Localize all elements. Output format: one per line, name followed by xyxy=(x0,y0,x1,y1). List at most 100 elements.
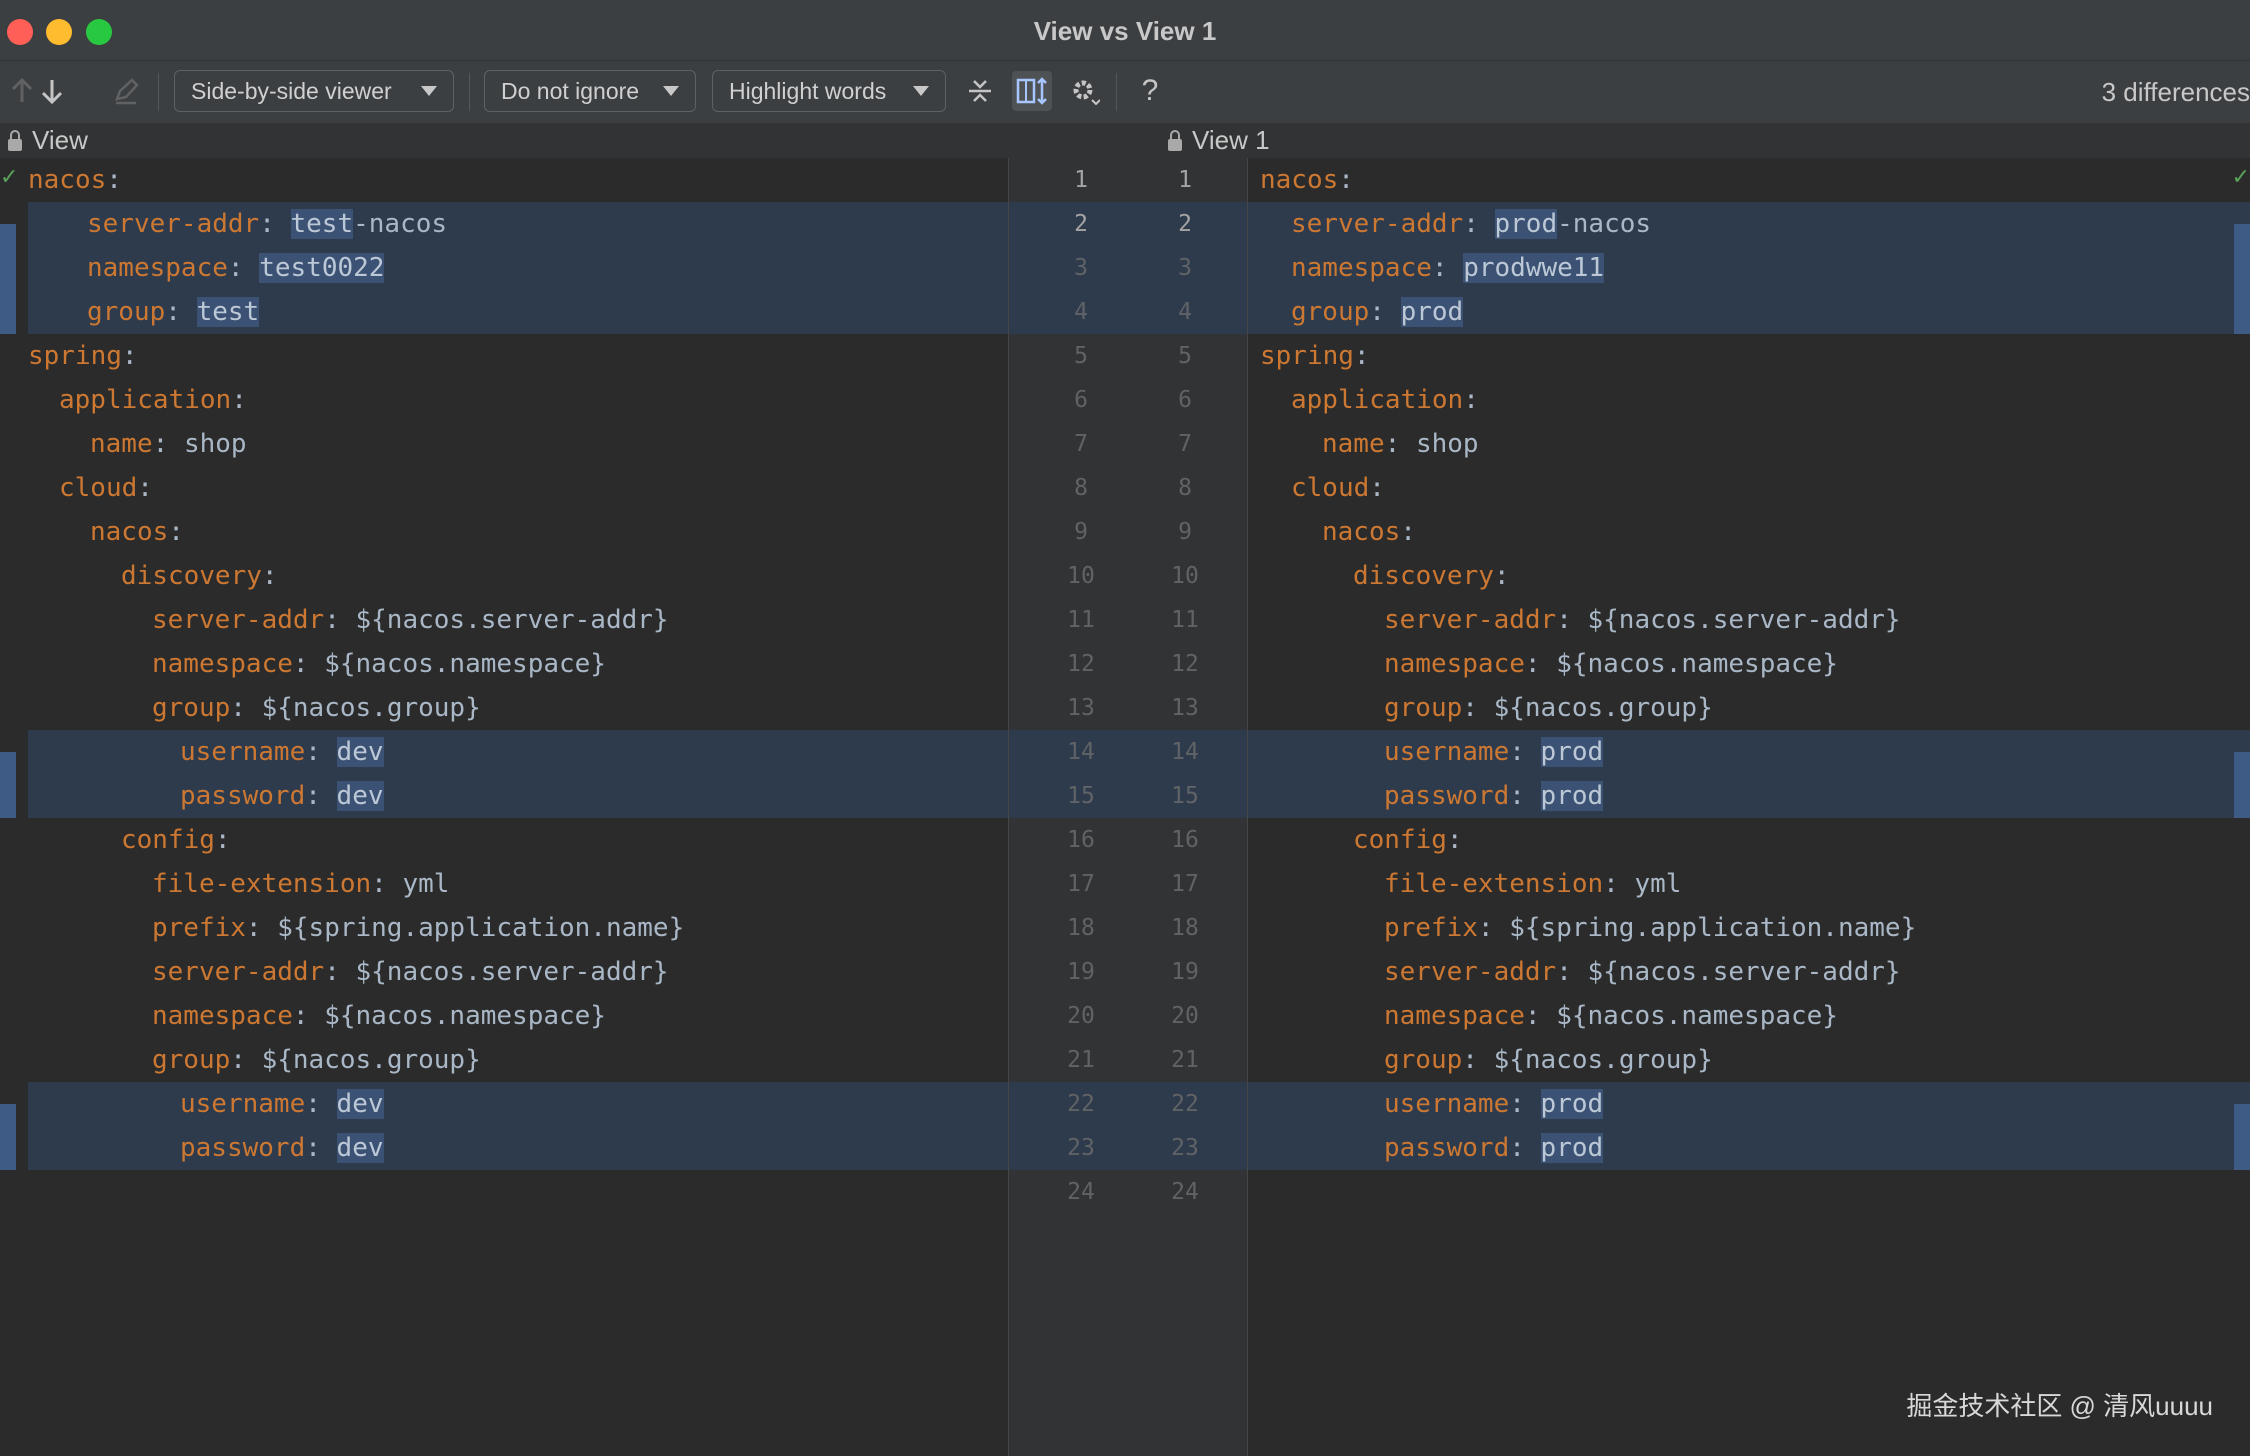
code-line: server-addr: prod-nacos xyxy=(1248,202,2250,246)
colon: : xyxy=(1477,913,1494,943)
ignore-whitespace-dropdown[interactable]: Do not ignore xyxy=(484,70,696,112)
yaml-key: server-addr xyxy=(152,605,325,635)
sync-scroll-toggle-icon[interactable] xyxy=(1012,71,1052,111)
next-difference-arrow-down-icon[interactable] xyxy=(32,71,72,111)
code-line: password: dev xyxy=(28,774,1008,818)
line-number-right: 1 xyxy=(1178,167,1192,193)
checkmark-icon: ✓ xyxy=(0,164,19,189)
left-editor-pane[interactable]: nacos: server-addr: test-nacos namespace: … xyxy=(0,158,1008,1456)
colon: : xyxy=(1463,209,1479,239)
settings-gear-icon[interactable] xyxy=(1064,71,1104,111)
yaml-key: server-addr xyxy=(1384,957,1557,987)
code-line: spring: xyxy=(1248,334,2250,378)
yaml-key: group xyxy=(87,297,166,327)
colon: : xyxy=(1369,473,1385,503)
code-line: group: ${nacos.group} xyxy=(0,686,1008,730)
line-number-left: 3 xyxy=(1074,255,1088,281)
colon: : xyxy=(1556,957,1572,987)
change-marker[interactable] xyxy=(2234,224,2250,334)
help-icon[interactable]: ? xyxy=(1130,71,1170,111)
yaml-key: namespace xyxy=(1384,1001,1525,1031)
line-number-right: 17 xyxy=(1171,871,1199,897)
code-line: config: xyxy=(1248,818,2250,862)
code-line: prefix: ${spring.application.name} xyxy=(0,906,1008,950)
change-marker[interactable] xyxy=(0,752,16,818)
change-marker[interactable] xyxy=(2234,752,2250,818)
change-marker[interactable] xyxy=(2234,1104,2250,1170)
colon: : xyxy=(305,737,321,767)
changed-word: prod xyxy=(1540,1089,1604,1119)
line-number-left: 18 xyxy=(1067,915,1095,941)
code-line: group: ${nacos.group} xyxy=(1248,1038,2250,1082)
colon: : xyxy=(324,957,340,987)
line-number-left: 6 xyxy=(1074,387,1088,413)
line-number-right: 20 xyxy=(1171,1003,1199,1029)
code-line: nacos: xyxy=(1248,510,2250,554)
changed-word: dev xyxy=(336,1133,384,1163)
gutter-row: 16 16 xyxy=(1009,818,1247,862)
collapse-unchanged-icon[interactable] xyxy=(960,71,1000,111)
colon: : xyxy=(152,429,169,459)
code-line: spring: xyxy=(0,334,1008,378)
line-number-right: 19 xyxy=(1171,959,1199,985)
code-line: cloud: xyxy=(1248,466,2250,510)
line-number-left: 10 xyxy=(1067,563,1095,589)
code-line: username: dev xyxy=(28,730,1008,774)
gutter-row: 11 11 xyxy=(1009,598,1247,642)
gutter-row: 19 19 xyxy=(1009,950,1247,994)
yaml-key: nacos xyxy=(28,165,107,195)
line-number-right: 13 xyxy=(1171,695,1199,721)
edit-pencil-icon[interactable] xyxy=(106,71,146,111)
code-text: password: dev xyxy=(180,774,384,818)
yaml-key: group xyxy=(1384,1045,1463,1075)
change-marker[interactable] xyxy=(0,1104,16,1170)
yaml-key: spring xyxy=(1260,341,1354,371)
colon: : xyxy=(245,913,262,943)
line-number-right: 3 xyxy=(1178,255,1192,281)
code-text: server-addr: ${nacos.server-addr} xyxy=(1384,950,1901,994)
code-text: group: ${nacos.group} xyxy=(1384,686,1713,730)
yaml-key: application xyxy=(1291,385,1464,415)
yaml-key: username xyxy=(1384,737,1510,767)
gutter-row: 24 24 xyxy=(1009,1170,1247,1214)
yaml-value: ${nacos.group} xyxy=(1493,693,1713,723)
right-pane-title: View 1 xyxy=(1192,125,1270,155)
chevron-down-icon xyxy=(421,86,437,96)
changed-word: test xyxy=(196,297,260,327)
yaml-key: group xyxy=(152,1045,231,1075)
colon: : xyxy=(1463,385,1479,415)
yaml-key: discovery xyxy=(1353,561,1494,591)
colon: : xyxy=(168,517,184,547)
colon: : xyxy=(231,385,247,415)
yaml-key: namespace xyxy=(1291,253,1432,283)
pane-headers: View View 1 xyxy=(0,123,2250,158)
yaml-value: ${nacos.namespace} xyxy=(1556,649,1838,679)
difference-count: 3 differences xyxy=(2101,77,2250,107)
code-text: server-addr: ${nacos.server-addr} xyxy=(1384,598,1901,642)
watermark: 掘金技术社区 @ 清风uuuu xyxy=(1906,1391,2213,1421)
line-number-right: 22 xyxy=(1171,1091,1199,1117)
yaml-key: server-addr xyxy=(152,957,325,987)
changed-word: prod xyxy=(1540,1133,1604,1163)
yaml-key: config xyxy=(1353,825,1447,855)
code-text: name: shop xyxy=(1322,422,1479,466)
colon: : xyxy=(261,561,278,591)
yaml-value: ${nacos.group} xyxy=(261,1045,481,1075)
line-number-right: 24 xyxy=(1171,1179,1199,1205)
yaml-key: file-extension xyxy=(152,869,372,899)
yaml-value: ${nacos.namespace} xyxy=(1556,1001,1838,1031)
viewer-mode-dropdown[interactable]: Side-by-side viewer xyxy=(174,70,454,112)
yaml-key: file-extension xyxy=(1384,869,1604,899)
colon: : xyxy=(106,165,122,195)
highlight-mode-dropdown[interactable]: Highlight words xyxy=(712,70,946,112)
changed-word: prod xyxy=(1494,209,1558,239)
line-number-right: 18 xyxy=(1171,915,1199,941)
code-text: server-addr: ${nacos.server-addr} xyxy=(152,950,669,994)
change-marker[interactable] xyxy=(0,224,16,334)
line-number-right: 8 xyxy=(1178,475,1192,501)
right-editor-pane[interactable]: nacos: server-addr: prod-nacos namespace: … xyxy=(1248,158,2250,1456)
code-line: discovery: xyxy=(1248,554,2250,598)
colon: : xyxy=(1384,429,1401,459)
yaml-value: ${nacos.server-addr} xyxy=(355,957,669,987)
